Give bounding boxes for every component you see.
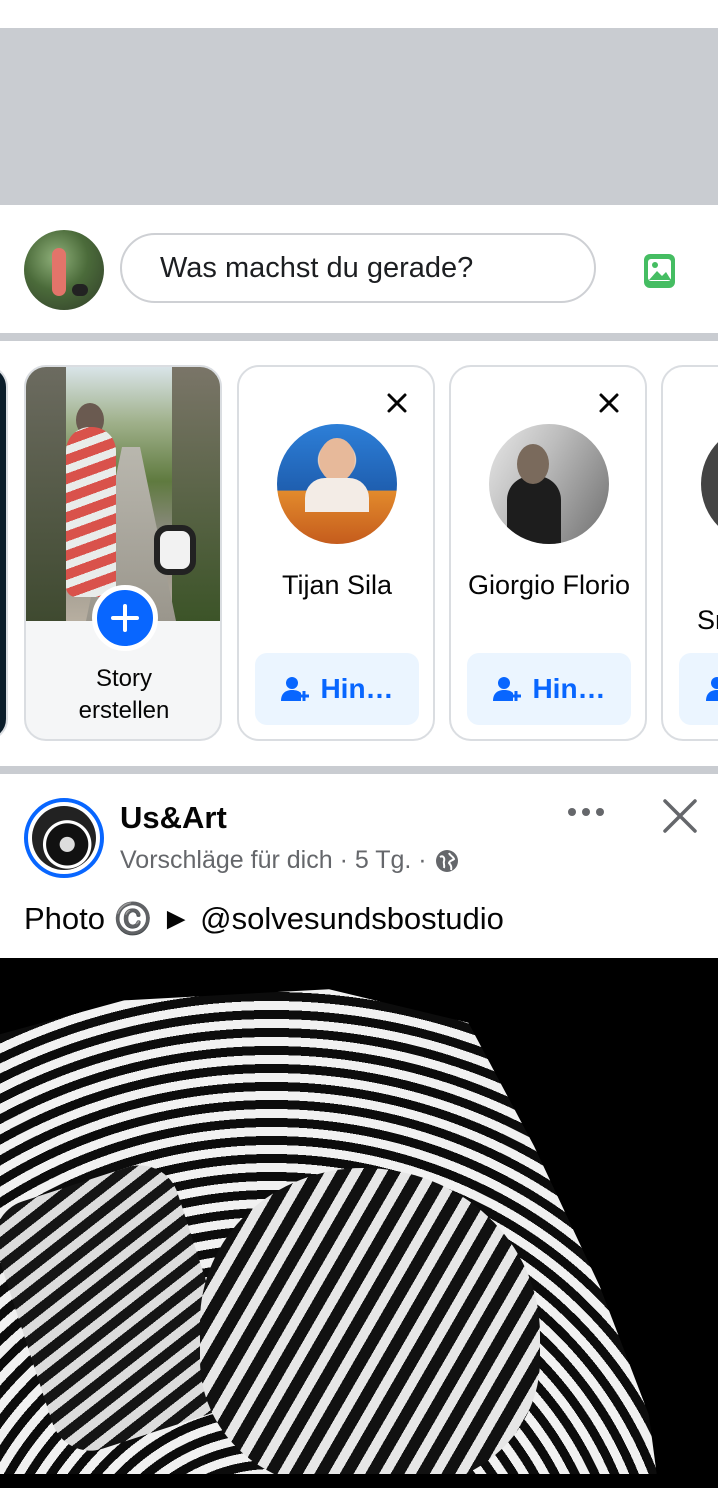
add-friend-button[interactable]: Hin… [255, 653, 419, 725]
create-story-card[interactable]: Story erstellen [24, 365, 222, 741]
user-avatar[interactable] [24, 230, 104, 310]
feed-post: Us&Art Vorschläge für dich · 5 Tg. · Pho… [0, 774, 718, 1488]
suggestion-avatar[interactable] [701, 424, 718, 544]
status-bar [0, 0, 718, 28]
status-input-placeholder: Was machst du gerade? [160, 251, 474, 284]
suggestion-avatar[interactable] [277, 424, 397, 544]
story-cover-image [26, 367, 220, 621]
suggestion-name: Sr [697, 605, 718, 635]
add-friend-label: Hin… [320, 673, 394, 704]
add-friend-label: Hin… [532, 673, 606, 704]
suggestion-name[interactable]: Giorgio Florio [464, 565, 634, 605]
close-icon[interactable] [662, 798, 698, 834]
story-card-partial[interactable] [0, 365, 8, 741]
post-caption: Photo ©️ ► @solvesundsbostudio [24, 901, 504, 936]
photo-icon[interactable] [643, 253, 676, 289]
close-icon[interactable] [383, 389, 411, 417]
post-composer: Was machst du gerade? [0, 205, 718, 333]
section-separator [0, 766, 718, 774]
status-input[interactable]: Was machst du gerade? [120, 233, 596, 303]
add-friend-button[interactable] [679, 653, 718, 725]
create-story-label: Story erstellen [78, 665, 170, 724]
post-image[interactable] [0, 958, 718, 1474]
status-time [30, 0, 38, 20]
add-friend-button[interactable]: Hin… [467, 653, 631, 725]
section-separator [0, 333, 718, 341]
page-avatar[interactable] [24, 798, 104, 878]
top-placeholder-area [0, 28, 718, 205]
more-icon[interactable] [566, 802, 606, 822]
globe-icon [435, 849, 458, 872]
add-friend-icon [493, 677, 522, 701]
suggestion-avatar[interactable] [489, 424, 609, 544]
suggestion-name[interactable]: Tijan Sila [239, 565, 433, 605]
friend-suggestion-card[interactable]: Tijan Sila Hin… [237, 365, 435, 741]
friend-suggestion-card[interactable]: Giorgio Florio Hin… [449, 365, 647, 741]
page-name[interactable]: Us&Art [120, 800, 227, 836]
friend-suggestion-card-partial[interactable]: Sr [661, 365, 718, 741]
post-meta-text: Vorschläge für dich · 5 Tg. · [120, 846, 427, 874]
stories-carousel[interactable]: Story erstellen Tijan Sila Hin… Giorgio … [0, 341, 718, 766]
add-friend-icon [281, 677, 310, 701]
add-friend-icon [706, 677, 718, 701]
image-bottom-edge [0, 1474, 718, 1488]
plus-icon[interactable] [92, 585, 158, 651]
post-meta: Vorschläge für dich · 5 Tg. · [120, 846, 459, 875]
close-icon[interactable] [595, 389, 623, 417]
